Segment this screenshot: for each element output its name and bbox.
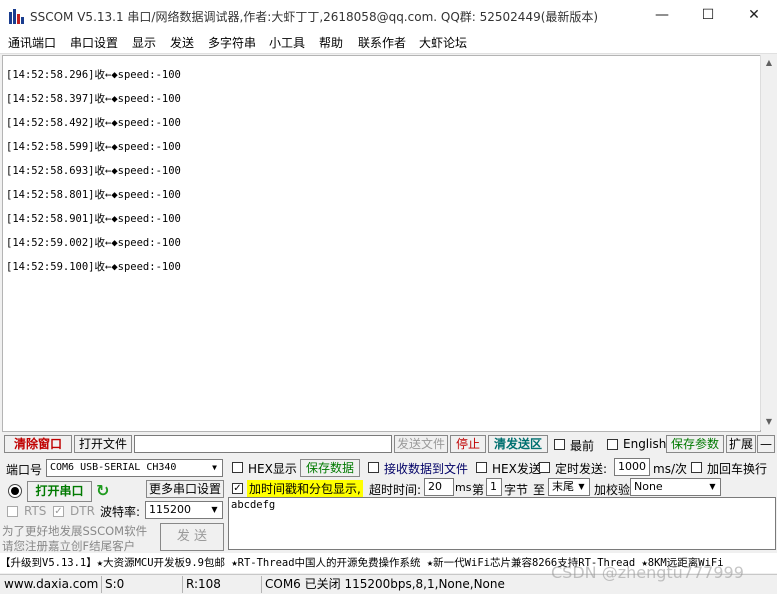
to-label: 至: [533, 483, 546, 497]
chevron-down-icon[interactable]: ▼: [207, 502, 222, 518]
rts-label: RTS: [24, 504, 47, 518]
promo-line-2: 请您注册嘉立创F结尾客户: [2, 539, 136, 553]
port-status-icon: [8, 484, 22, 498]
close-button[interactable]: ✕: [731, 0, 777, 31]
stop-button[interactable]: 停止: [450, 435, 486, 453]
byte-label: 字节: [504, 483, 529, 497]
baud-value: 115200: [149, 503, 191, 516]
timeout-unit: ms: [455, 481, 472, 494]
open-file-button[interactable]: 打开文件: [74, 435, 132, 453]
always-on-top-checkbox[interactable]: [554, 439, 565, 450]
checksum-value: None: [634, 480, 663, 493]
clear-send-area-button[interactable]: 清发送区: [488, 435, 548, 453]
hex-send-checkbox[interactable]: [476, 462, 487, 473]
send-button[interactable]: 发 送: [160, 523, 224, 551]
port-status: COM6 已关闭 115200bps,8,1,None,None: [265, 577, 505, 591]
receive-to-file-checkbox[interactable]: [368, 462, 379, 473]
always-on-top-label: 最前: [570, 439, 595, 453]
menu-contact-author[interactable]: 联系作者: [358, 34, 406, 51]
english-label: English: [623, 437, 667, 451]
log-line: [14:52:59.002]收←◆speed:-100: [6, 237, 181, 249]
hex-display-checkbox[interactable]: [232, 462, 243, 473]
minimize-button[interactable]: —: [639, 0, 685, 31]
receive-log[interactable]: [14:52:58.296]收←◆speed:-100 [14:52:58.39…: [2, 55, 761, 432]
menu-send[interactable]: 发送: [170, 34, 194, 51]
interval-input[interactable]: 1000: [614, 458, 650, 476]
open-port-button[interactable]: 打开串口: [27, 481, 92, 502]
clear-window-button[interactable]: 清除窗口: [4, 435, 72, 453]
log-line: [14:52:58.693]收←◆speed:-100: [6, 165, 181, 177]
timeout-input[interactable]: 20: [424, 478, 454, 496]
menu-multi-string[interactable]: 多字符串: [208, 34, 256, 51]
hex-display-label: HEX显示: [248, 462, 297, 476]
watermark: CSDN @zhengtu777999: [551, 563, 744, 582]
save-data-button[interactable]: 保存数据: [300, 459, 360, 477]
maximize-button[interactable]: ☐: [685, 0, 731, 31]
scroll-up-icon[interactable]: ▲: [761, 55, 777, 71]
checksum-select[interactable]: None ▼: [630, 478, 721, 496]
log-line: [14:52:59.100]收←◆speed:-100: [6, 261, 181, 273]
more-port-settings-button[interactable]: 更多串口设置: [146, 480, 224, 498]
log-scrollbar[interactable]: ▲ ▼: [760, 55, 777, 430]
promo-line-1: 为了更好地发展SSCOM软件: [2, 524, 148, 538]
website-link[interactable]: www.daxia.com: [2, 576, 102, 593]
port-select[interactable]: COM6 USB-SERIAL CH340 ▼: [46, 459, 223, 477]
menu-comm-port[interactable]: 通讯端口: [8, 34, 56, 51]
interval-unit: ms/次: [653, 462, 687, 476]
hex-send-label: HEX发送: [492, 462, 541, 476]
menu-bar: 通讯端口 串口设置 显示 发送 多字符串 小工具 帮助 联系作者 大虾论坛: [0, 31, 777, 54]
received-count: R:108: [184, 576, 262, 593]
port-value: COM6 USB-SERIAL CH340: [50, 462, 177, 473]
timed-send-label: 定时发送:: [555, 462, 608, 476]
menu-forum[interactable]: 大虾论坛: [419, 34, 467, 51]
menu-tools[interactable]: 小工具: [269, 34, 305, 51]
log-line: [14:52:58.801]收←◆speed:-100: [6, 189, 181, 201]
app-icon: [9, 9, 24, 24]
file-path-field[interactable]: [134, 435, 392, 453]
log-line: [14:52:58.397]收←◆speed:-100: [6, 93, 181, 105]
timeout-label: 超时时间:: [369, 483, 422, 497]
byte-from-prefix: 第: [472, 483, 485, 497]
log-line: [14:52:58.492]收←◆speed:-100: [6, 117, 181, 129]
crlf-checkbox[interactable]: [691, 462, 702, 473]
byte-index-input[interactable]: 1: [486, 478, 502, 496]
menu-display[interactable]: 显示: [132, 34, 156, 51]
log-line: [14:52:58.901]收←◆speed:-100: [6, 213, 181, 225]
expand-button[interactable]: 扩展: [726, 435, 756, 453]
sent-count: S:0: [103, 576, 183, 593]
send-file-button[interactable]: 发送文件: [394, 435, 448, 453]
tail-value: 末尾: [552, 480, 574, 493]
dtr-label: DTR: [70, 504, 95, 518]
english-checkbox[interactable]: [607, 439, 618, 450]
log-line: [14:52:58.599]收←◆speed:-100: [6, 141, 181, 153]
dtr-checkbox[interactable]: ✓: [53, 506, 64, 517]
refresh-icon[interactable]: ↻: [96, 481, 109, 500]
receive-to-file-label: 接收数据到文件: [384, 462, 469, 476]
timed-send-checkbox[interactable]: [539, 462, 550, 473]
checksum-label: 加校验: [594, 483, 631, 497]
timestamp-label: 加时间戳和分包显示,: [247, 480, 363, 497]
chevron-down-icon[interactable]: ▼: [207, 460, 222, 476]
rts-checkbox[interactable]: [7, 506, 18, 517]
timestamp-checkbox[interactable]: ✓: [232, 483, 243, 494]
menu-port-settings[interactable]: 串口设置: [70, 34, 118, 51]
collapse-button[interactable]: —: [757, 435, 775, 453]
tail-select[interactable]: 末尾 ▼: [548, 478, 590, 496]
crlf-label: 加回车换行: [707, 462, 768, 476]
log-line: [14:52:58.296]收←◆speed:-100: [6, 69, 181, 81]
chevron-down-icon[interactable]: ▼: [574, 479, 589, 495]
baud-select[interactable]: 115200 ▼: [145, 501, 223, 519]
save-params-button[interactable]: 保存参数: [666, 435, 724, 453]
chevron-down-icon[interactable]: ▼: [705, 479, 720, 495]
menu-help[interactable]: 帮助: [319, 34, 343, 51]
title-bar: SSCOM V5.13.1 串口/网络数据调试器,作者:大虾丁丁,2618058…: [0, 0, 777, 31]
port-label: 端口号: [6, 463, 43, 477]
window-title: SSCOM V5.13.1 串口/网络数据调试器,作者:大虾丁丁,2618058…: [30, 10, 599, 24]
send-textarea[interactable]: abcdefg: [228, 497, 776, 550]
scroll-down-icon[interactable]: ▼: [761, 414, 777, 430]
baud-label: 波特率:: [100, 505, 141, 519]
